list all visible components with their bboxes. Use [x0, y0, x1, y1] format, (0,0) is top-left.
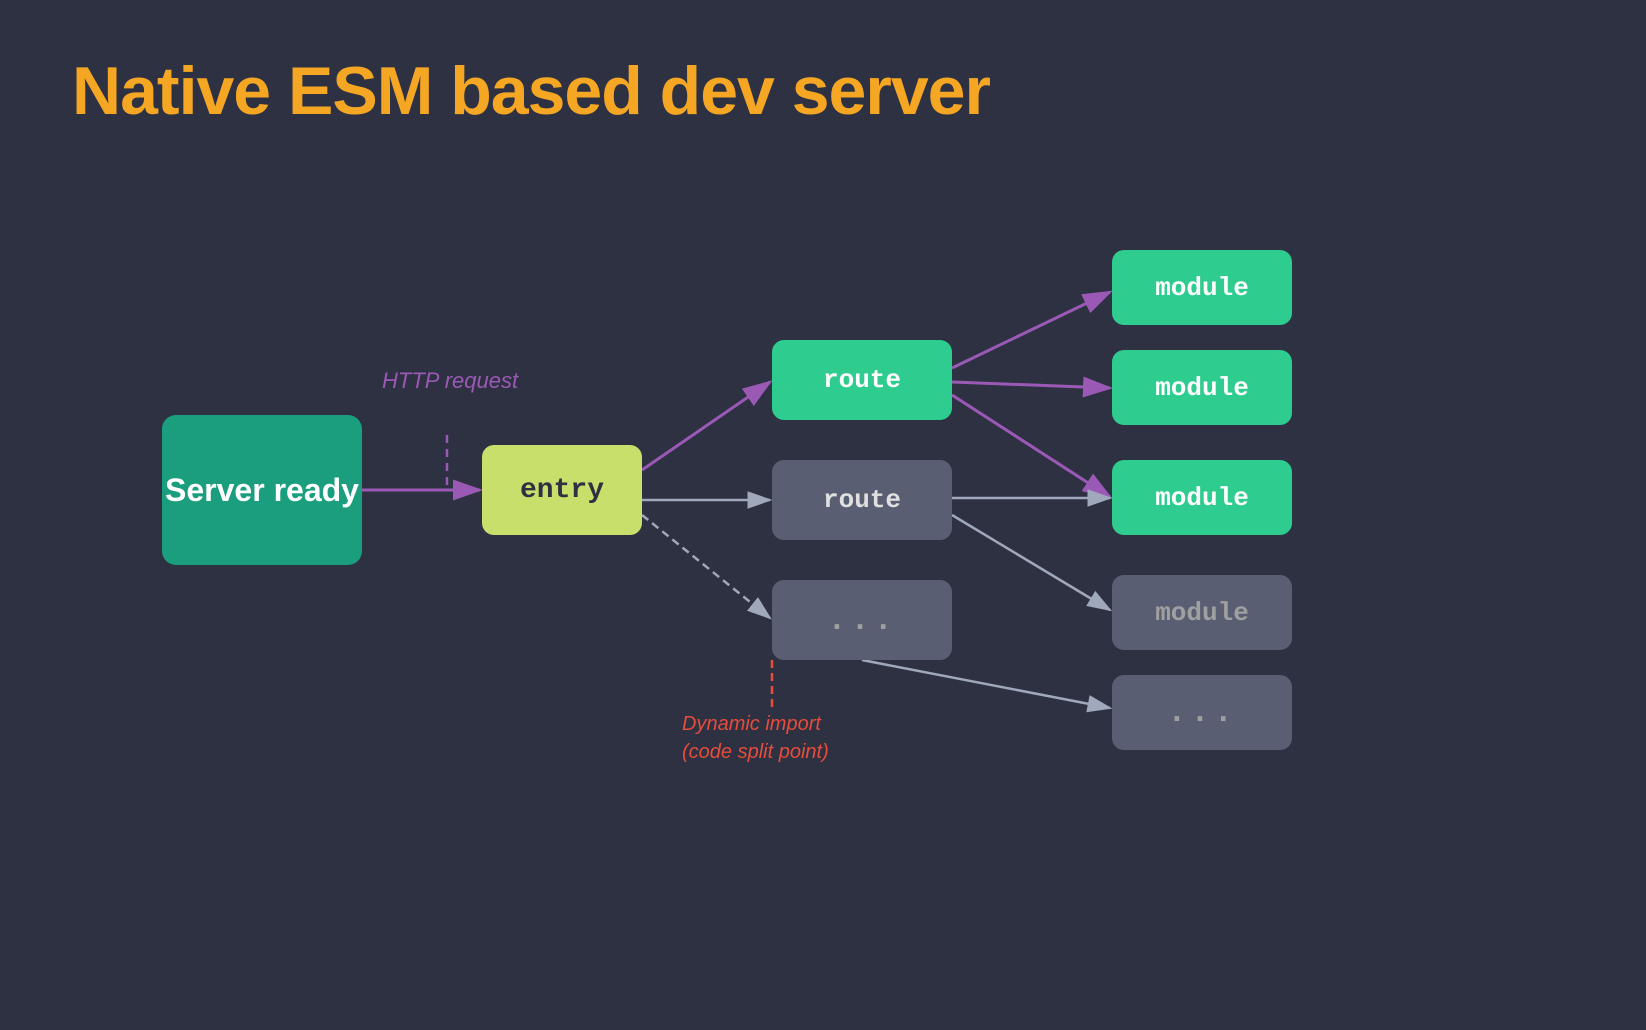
module-2-node: module: [1112, 350, 1292, 425]
module-1-node: module: [1112, 250, 1292, 325]
dynamic-import-label: Dynamic import(code split point): [682, 710, 829, 766]
server-ready-node: Server ready: [162, 415, 362, 565]
module-3-node: module: [1112, 460, 1292, 535]
module-4-node: module: [1112, 575, 1292, 650]
route-gray-node: route: [772, 460, 952, 540]
diagram: Server ready HTTP request entry route ro…: [72, 220, 1592, 900]
dots-node: ...: [772, 580, 952, 660]
module-5-node: ...: [1112, 675, 1292, 750]
entry-node: entry: [482, 445, 642, 535]
route-green-node: route: [772, 340, 952, 420]
page-title: Native ESM based dev server: [72, 52, 990, 130]
http-request-label: HTTP request: [382, 368, 518, 394]
